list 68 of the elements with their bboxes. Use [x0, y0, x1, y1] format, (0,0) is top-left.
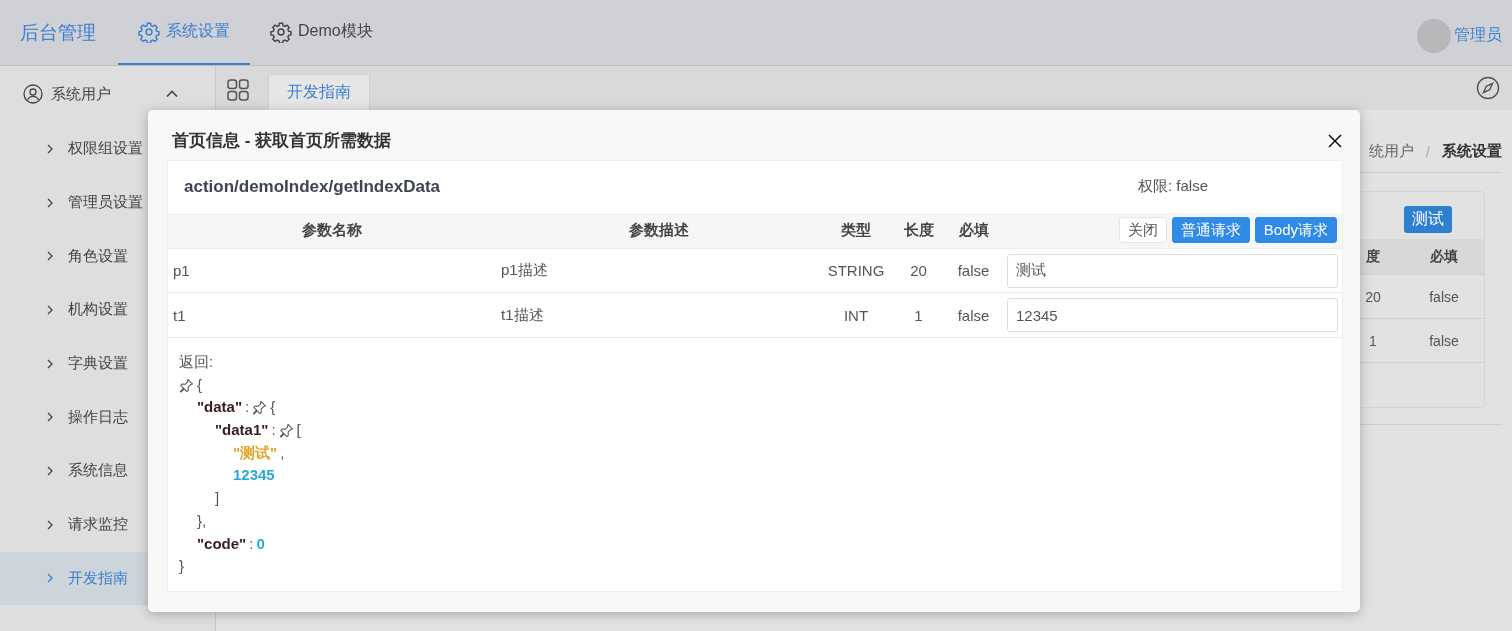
- chevron-right-icon: [46, 143, 54, 154]
- column-header: 长度: [902, 220, 935, 240]
- table-cell: p1: [173, 262, 190, 280]
- test-button[interactable]: 测试: [1404, 206, 1452, 233]
- chevron-right-icon: [46, 465, 54, 476]
- request-button[interactable]: 普通请求: [1171, 217, 1250, 244]
- table-cell: t1描述: [501, 305, 544, 323]
- json-value: 0: [256, 533, 265, 554]
- table-cell: p1描述: [501, 261, 548, 279]
- table-cell: 1: [914, 306, 923, 324]
- pin-icon: [278, 422, 294, 438]
- breadcrumb-separator: /: [1425, 142, 1430, 160]
- chevron-right-icon: [46, 412, 54, 423]
- chevron-right-icon: [46, 519, 54, 530]
- app-logo: 后台管理: [20, 20, 96, 45]
- chevron-right-icon: [46, 358, 54, 369]
- chevron-right-icon: [46, 304, 54, 315]
- json-colon: :: [245, 397, 250, 418]
- dialog-title: 首页信息 - 获取首页所需数据: [172, 130, 392, 153]
- close-icon[interactable]: [1327, 133, 1343, 149]
- table-cell: STRING: [827, 262, 885, 280]
- table-cell: INT: [843, 306, 869, 324]
- grid-icon[interactable]: [226, 77, 250, 102]
- json-bracket: {: [270, 397, 276, 418]
- json-bracket: }: [179, 556, 184, 577]
- chevron-right-icon: [46, 573, 54, 584]
- json-value: "测试": [233, 442, 278, 463]
- nav-tab[interactable]: Demo模块: [250, 0, 393, 65]
- json-colon: :: [271, 420, 276, 441]
- json-bracket: [: [296, 420, 301, 441]
- request-button[interactable]: Body请求: [1254, 217, 1337, 244]
- json-key: "data1": [215, 419, 269, 442]
- json-bracket: ]: [215, 488, 220, 509]
- input-field[interactable]: 12345: [1007, 298, 1338, 333]
- json-bracket: {: [197, 374, 202, 395]
- gear-icon: [270, 20, 292, 43]
- user-icon: [23, 84, 43, 104]
- json-value: 12345: [233, 465, 275, 486]
- permission-label: 权限: false: [1137, 177, 1208, 197]
- json-colon: :: [249, 533, 254, 554]
- table-cell: 20: [910, 262, 927, 280]
- pin-icon: [252, 400, 268, 416]
- table-cell: false: [957, 262, 990, 280]
- table-cell: t1: [173, 306, 186, 324]
- endpoint-path: action/demoIndex/getIndexData: [184, 176, 440, 197]
- input-field[interactable]: 测试: [1007, 253, 1338, 288]
- table-cell: false: [1404, 319, 1484, 363]
- sidebar-item[interactable]: 系统信息: [0, 444, 215, 498]
- table-cell: false: [957, 306, 990, 324]
- chevron-right-icon: [46, 251, 54, 262]
- column-header: 必填: [1404, 239, 1484, 275]
- json-comma: ,: [280, 442, 285, 463]
- compass-icon[interactable]: [1476, 76, 1500, 100]
- pin-icon: [179, 377, 194, 393]
- breadcrumb-item: 系统设置: [1442, 141, 1502, 161]
- response-label: 返回:: [179, 352, 214, 370]
- column-header: 类型: [840, 220, 872, 240]
- close-button[interactable]: 关闭: [1118, 217, 1167, 244]
- table-cell: false: [1404, 275, 1484, 319]
- column-header: 必填: [957, 220, 990, 240]
- chevron-right-icon: [46, 197, 54, 208]
- menu-group-label[interactable]: 系统用户: [51, 84, 157, 104]
- breadcrumb-item[interactable]: 统用户: [1368, 141, 1414, 161]
- gear-icon: [138, 20, 160, 43]
- json-bracket: },: [197, 510, 207, 531]
- column-header: 参数名称: [301, 220, 363, 240]
- json-key: "data": [197, 396, 243, 420]
- column-header: 参数描述: [627, 220, 690, 240]
